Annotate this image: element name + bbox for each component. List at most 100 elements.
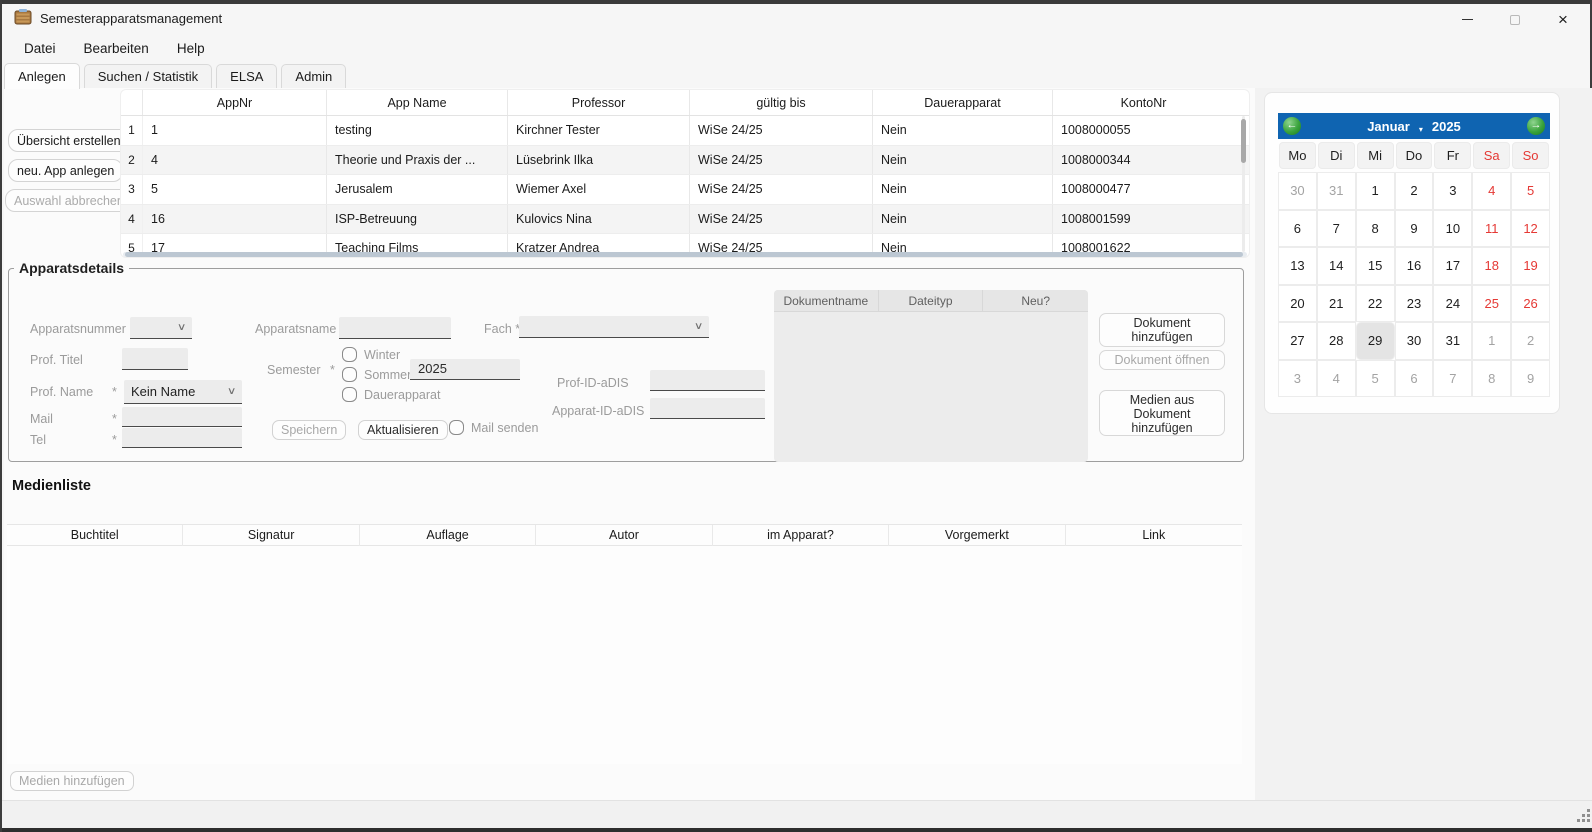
calendar-day-29-selected[interactable]: 29	[1356, 322, 1395, 360]
calendar-day-10[interactable]: 10	[1433, 210, 1472, 248]
calendar-month-year[interactable]: Januar▾2025	[1367, 118, 1461, 134]
calendar-day-5[interactable]: 5	[1511, 172, 1550, 210]
calendar-day-8[interactable]: 8	[1356, 210, 1395, 248]
title-bar[interactable]: Semesterapparatsmanagement ×	[2, 4, 1590, 35]
medien-column-header-buchtitel[interactable]: Buchtitel	[7, 525, 183, 546]
calendar-day-12[interactable]: 12	[1511, 210, 1550, 248]
medien-aus-dokument-button[interactable]: Medien aus Dokument hinzufügen	[1099, 390, 1225, 436]
semester-year-input[interactable]: 2025	[410, 359, 520, 380]
calendar-day-6[interactable]: 6	[1395, 360, 1434, 398]
minimize-button[interactable]	[1444, 4, 1490, 35]
table-row[interactable]: 11testingKirchner TesterWiSe 24/25Nein10…	[121, 116, 1249, 146]
calendar-day-18[interactable]: 18	[1472, 247, 1511, 285]
table-vertical-scrollbar-thumb[interactable]	[1241, 119, 1246, 163]
medien-column-header-vorgemerkt[interactable]: Vorgemerkt	[889, 525, 1065, 546]
medien-column-header-auflage[interactable]: Auflage	[360, 525, 536, 546]
calendar-day-30[interactable]: 30	[1395, 322, 1434, 360]
medien-column-header-im-apparat[interactable]: im Apparat?	[713, 525, 889, 546]
doc-column-header-neu[interactable]: Neu?	[983, 290, 1088, 312]
calendar-day-3[interactable]: 3	[1433, 172, 1472, 210]
neu-app-anlegen-button[interactable]: neu. App anlegen	[8, 159, 123, 182]
radio-winter[interactable]	[342, 347, 357, 362]
fach-combobox[interactable]: ∨	[519, 316, 709, 338]
medien-column-header-signatur[interactable]: Signatur	[183, 525, 359, 546]
calendar-day-2[interactable]: 2	[1511, 322, 1550, 360]
doc-column-header-dokumentname[interactable]: Dokumentname	[774, 290, 879, 312]
radio-dauerapparat[interactable]	[342, 387, 357, 402]
medien-column-header-autor[interactable]: Autor	[536, 525, 712, 546]
calendar-day-26[interactable]: 26	[1511, 285, 1550, 323]
calendar-day-1[interactable]: 1	[1356, 172, 1395, 210]
calendar-day-31[interactable]: 31	[1317, 172, 1356, 210]
calendar-year[interactable]: 2025	[1432, 119, 1461, 134]
column-header-gültig-bis[interactable]: gültig bis	[690, 90, 873, 115]
prof-titel-input[interactable]	[122, 348, 188, 370]
calendar-day-31[interactable]: 31	[1433, 322, 1472, 360]
calendar-month[interactable]: Januar	[1367, 119, 1410, 134]
calendar-day-8[interactable]: 8	[1472, 360, 1511, 398]
calendar-day-4[interactable]: 4	[1472, 172, 1511, 210]
calendar-day-13[interactable]: 13	[1278, 247, 1317, 285]
prof-id-adis-input[interactable]	[650, 370, 765, 391]
maximize-button[interactable]	[1492, 4, 1538, 35]
calendar-day-17[interactable]: 17	[1433, 247, 1472, 285]
tab-elsa[interactable]: ELSA	[216, 64, 277, 89]
calendar-day-11[interactable]: 11	[1472, 210, 1511, 248]
column-header-app-name[interactable]: App Name	[327, 90, 508, 115]
calendar-prev-button[interactable]: ←	[1283, 117, 1301, 135]
übersicht-erstellen-button[interactable]: Übersicht erstellen	[8, 129, 130, 152]
calendar-day-30[interactable]: 30	[1278, 172, 1317, 210]
menu-item-help[interactable]: Help	[165, 37, 217, 60]
calendar-day-9[interactable]: 9	[1395, 210, 1434, 248]
apparatsnummer-combobox[interactable]: ∨	[130, 317, 192, 339]
column-header-dauerapparat[interactable]: Dauerapparat	[873, 90, 1053, 115]
calendar-day-16[interactable]: 16	[1395, 247, 1434, 285]
table-row[interactable]: 24Theorie und Praxis der ...Lüsebrink Il…	[121, 146, 1249, 176]
calendar-day-23[interactable]: 23	[1395, 285, 1434, 323]
medien-hinzufuegen-button[interactable]: Medien hinzufügen	[10, 771, 134, 791]
tab-suchen-statistik[interactable]: Suchen / Statistik	[84, 64, 212, 89]
calendar-day-3[interactable]: 3	[1278, 360, 1317, 398]
column-header-kontonr[interactable]: KontoNr	[1053, 90, 1234, 115]
mail-input[interactable]	[122, 407, 242, 427]
calendar-day-4[interactable]: 4	[1317, 360, 1356, 398]
calendar-next-button[interactable]: →	[1527, 117, 1545, 135]
table-row[interactable]: 416ISP-BetreuungKulovics NinaWiSe 24/25N…	[121, 205, 1249, 235]
calendar-day-2[interactable]: 2	[1395, 172, 1434, 210]
dokument-hinzufuegen-button[interactable]: Dokument hinzufügen	[1099, 313, 1225, 347]
calendar-day-20[interactable]: 20	[1278, 285, 1317, 323]
mail-senden-checkbox[interactable]	[449, 420, 464, 435]
radio-sommer[interactable]	[342, 367, 357, 382]
column-header-professor[interactable]: Professor	[508, 90, 690, 115]
calendar-day-21[interactable]: 21	[1317, 285, 1356, 323]
auswahl-abbrechen-button[interactable]: Auswahl abbrechen	[5, 189, 133, 212]
menu-item-datei[interactable]: Datei	[12, 37, 68, 60]
close-button[interactable]: ×	[1540, 4, 1586, 35]
speichern-button[interactable]: Speichern	[272, 420, 346, 440]
calendar-day-6[interactable]: 6	[1278, 210, 1317, 248]
calendar-day-27[interactable]: 27	[1278, 322, 1317, 360]
menu-item-bearbeiten[interactable]: Bearbeiten	[72, 37, 161, 60]
calendar-day-7[interactable]: 7	[1317, 210, 1356, 248]
prof-name-combobox[interactable]: Kein Name ∨	[124, 380, 242, 404]
tel-input[interactable]	[122, 428, 242, 448]
calendar-day-24[interactable]: 24	[1433, 285, 1472, 323]
tab-admin[interactable]: Admin	[281, 64, 346, 89]
dokument-oeffnen-button[interactable]: Dokument öffnen	[1099, 350, 1225, 370]
apparat-id-adis-input[interactable]	[650, 398, 765, 419]
table-row[interactable]: 35JerusalemWiemer AxelWiSe 24/25Nein1008…	[121, 175, 1249, 205]
aktualisieren-button[interactable]: Aktualisieren	[358, 420, 448, 440]
calendar-day-5[interactable]: 5	[1356, 360, 1395, 398]
calendar-day-25[interactable]: 25	[1472, 285, 1511, 323]
calendar-day-22[interactable]: 22	[1356, 285, 1395, 323]
calendar-day-1[interactable]: 1	[1472, 322, 1511, 360]
calendar-day-14[interactable]: 14	[1317, 247, 1356, 285]
calendar-day-15[interactable]: 15	[1356, 247, 1395, 285]
calendar-day-9[interactable]: 9	[1511, 360, 1550, 398]
calendar-day-7[interactable]: 7	[1433, 360, 1472, 398]
calendar-day-19[interactable]: 19	[1511, 247, 1550, 285]
tab-anlegen[interactable]: Anlegen	[4, 63, 80, 89]
calendar-day-28[interactable]: 28	[1317, 322, 1356, 360]
resize-grip-icon[interactable]	[1577, 809, 1590, 822]
medien-column-header-link[interactable]: Link	[1066, 525, 1242, 546]
